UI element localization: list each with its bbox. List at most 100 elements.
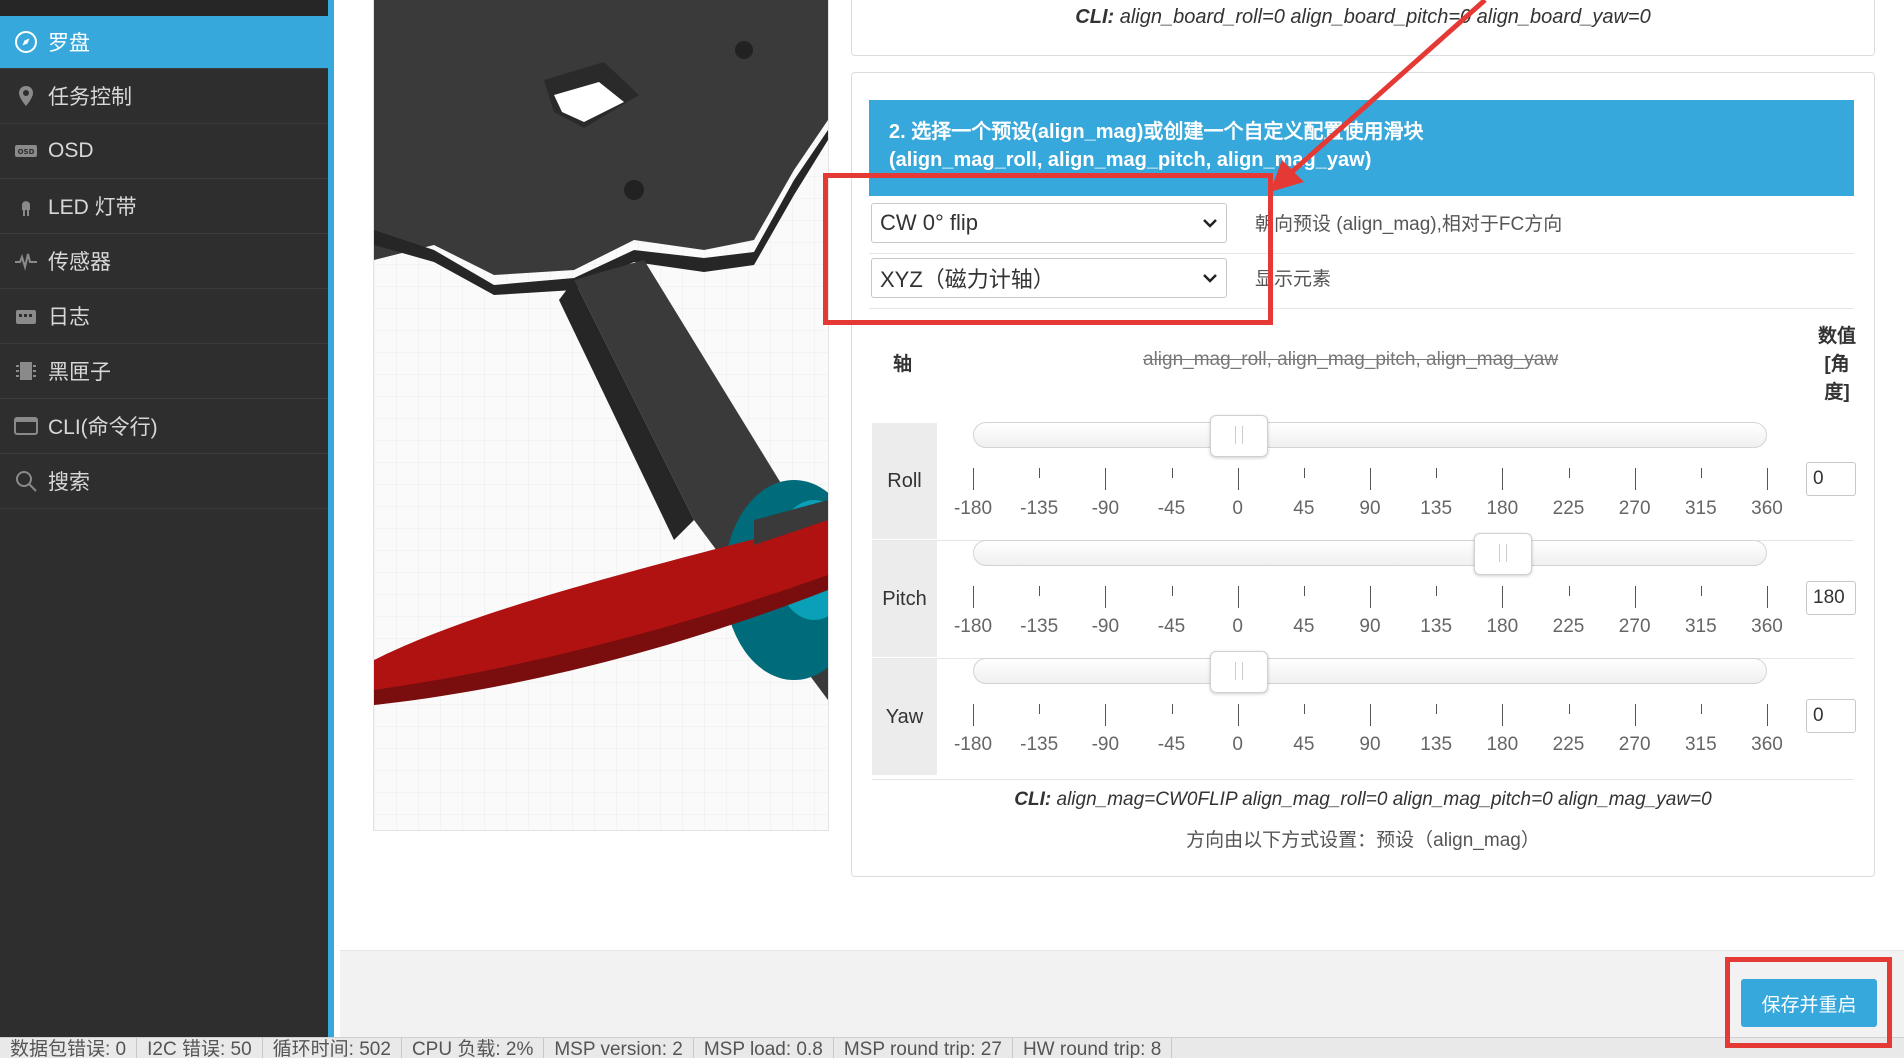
sidebar-item-label: 传感器 <box>48 251 111 274</box>
slider-tick <box>1700 704 1702 714</box>
slider-tick-label: 270 <box>1618 734 1651 755</box>
status-i2c-errors: I2C 错误: 50 <box>137 1038 263 1058</box>
slider-tick-label: -90 <box>1091 616 1120 637</box>
slider-tick-label: 135 <box>1420 734 1453 755</box>
slider-tick-label: 90 <box>1359 734 1381 755</box>
pitch-ticks: -180 -135 -90 -45 0 45 90 135 180 225 270 315 360 <box>954 586 1783 637</box>
status-hw-round-trip: HW round trip: 8 <box>1013 1038 1173 1058</box>
roll-slider[interactable] <box>973 415 1767 457</box>
terminal-icon <box>13 413 39 439</box>
sidebar-item-label: OSD <box>48 139 94 162</box>
slider-tick <box>1502 586 1504 608</box>
slider-tick <box>1568 468 1570 478</box>
slider-tick <box>1039 586 1041 596</box>
slider-tick-label: 45 <box>1293 498 1315 519</box>
slider-thumb[interactable] <box>1209 651 1268 693</box>
slider-tick-label: 45 <box>1293 616 1315 637</box>
sidebar-item-label: 搜索 <box>48 471 90 494</box>
slider-tick-label: 225 <box>1552 734 1585 755</box>
slider-tick-label: 135 <box>1420 616 1453 637</box>
sidebar-item-label: 日志 <box>48 306 90 329</box>
pitch-slider[interactable] <box>973 533 1767 575</box>
model-3d-view[interactable] <box>373 0 829 831</box>
slider-tick <box>1039 704 1041 714</box>
slider-tick <box>1700 586 1702 596</box>
slider-tick-label: 0 <box>1232 498 1243 519</box>
sidebar-item-label: 黑匣子 <box>48 361 111 384</box>
slider-tick-label: 315 <box>1684 498 1717 519</box>
slider-tick <box>1303 704 1305 714</box>
axis-label-roll: Roll <box>872 423 937 539</box>
sidebar-item-mission[interactable]: 任务控制 <box>0 69 328 124</box>
roll-value-input[interactable]: 0 <box>1806 462 1856 496</box>
slider-tick <box>1303 468 1305 478</box>
slider-tick-label: 90 <box>1359 616 1381 637</box>
slider-tick-label: -45 <box>1157 616 1186 637</box>
value-header-line3: 度] <box>1824 382 1850 403</box>
slider-tick <box>1370 468 1371 490</box>
mag-cli-line: CLI: align_mag=CW0FLIP align_mag_roll=0 … <box>852 789 1874 811</box>
slider-tick <box>1237 586 1239 608</box>
value-header-line2: [角 <box>1824 354 1850 375</box>
log-icon <box>13 303 39 329</box>
slider-tick-label: 0 <box>1232 734 1243 755</box>
cli-prefix: CLI: <box>1014 789 1052 810</box>
slider-tick-label: 0 <box>1232 616 1243 637</box>
annotation-highlight-selects <box>823 173 1273 325</box>
slider-tick-label: 180 <box>1486 616 1519 637</box>
status-cpu-load: CPU 负载: 2% <box>402 1038 545 1058</box>
slider-tick-label: -135 <box>1020 734 1059 755</box>
sidebar-item-sensors[interactable]: 传感器 <box>0 234 328 289</box>
sidebar-top-strip <box>0 0 328 16</box>
slider-tick-label: 360 <box>1751 498 1783 519</box>
slider-tick-label: 135 <box>1420 498 1453 519</box>
slider-tick-label: 270 <box>1618 498 1651 519</box>
axis-label-pitch: Pitch <box>872 541 937 657</box>
slider-tick <box>1303 586 1305 596</box>
status-msp-round-trip: MSP round trip: 27 <box>834 1038 1013 1058</box>
slider-thumb[interactable] <box>1209 415 1268 457</box>
slider-tick-label: -45 <box>1157 498 1186 519</box>
slider-tick-label: -180 <box>953 616 993 637</box>
slider-thumb[interactable] <box>1474 533 1533 575</box>
slider-tick-label: 360 <box>1751 734 1783 755</box>
slider-tick <box>1370 586 1371 608</box>
slider-tick-label: 225 <box>1552 498 1585 519</box>
slider-tick-label: -180 <box>953 734 993 755</box>
slider-tick-label: -135 <box>1020 616 1059 637</box>
cli-text: align_mag=CW0FLIP align_mag_roll=0 align… <box>1056 789 1712 810</box>
mag-orientation-note: 方向由以下方式设置：预设（align_mag） <box>1186 830 1540 851</box>
slider-tick-label: -180 <box>953 498 993 519</box>
slider-tick <box>1237 468 1239 490</box>
sidebar-accent-edge <box>328 0 334 1040</box>
search-icon <box>13 468 39 494</box>
slider-tick-label: 180 <box>1486 498 1519 519</box>
slider-tick-label: 180 <box>1486 734 1519 755</box>
slider-tick <box>1105 704 1107 726</box>
sidebar-item-blackbox[interactable]: 黑匣子 <box>0 344 328 399</box>
slider-tick-label: 225 <box>1552 616 1585 637</box>
slider-tick-label: 90 <box>1359 498 1381 519</box>
slider-tick <box>1237 704 1239 726</box>
sidebar-item-label: CLI(命令行) <box>48 416 158 439</box>
sidebar-item-search[interactable]: 搜索 <box>0 454 328 509</box>
slider-tick <box>1700 468 1702 478</box>
sidebar: 罗盘 任务控制 OSD OSD LED 灯带 传感器 日志 黑匣子 CLI(命令… <box>0 0 334 1040</box>
status-msp-load: MSP load: 0.8 <box>694 1038 834 1058</box>
yaw-value-input[interactable]: 0 <box>1806 699 1856 733</box>
slider-tick-label: -90 <box>1091 734 1120 755</box>
sidebar-item-cli[interactable]: CLI(命令行) <box>0 399 328 454</box>
slider-tick <box>1171 704 1173 714</box>
sidebar-item-osd[interactable]: OSD OSD <box>0 124 328 179</box>
sidebar-item-led[interactable]: LED 灯带 <box>0 179 328 234</box>
quad-model-render <box>374 0 828 830</box>
sidebar-item-compass[interactable]: 罗盘 <box>0 16 328 69</box>
sidebar-item-label: LED 灯带 <box>48 196 137 219</box>
osd-icon: OSD <box>13 138 39 164</box>
row-separator <box>872 779 1854 780</box>
pitch-value-input[interactable]: 180 <box>1806 581 1856 615</box>
slider-tick <box>1105 468 1107 490</box>
sidebar-item-logging[interactable]: 日志 <box>0 289 328 344</box>
slider-tick <box>1171 468 1173 478</box>
yaw-slider[interactable] <box>973 651 1767 693</box>
